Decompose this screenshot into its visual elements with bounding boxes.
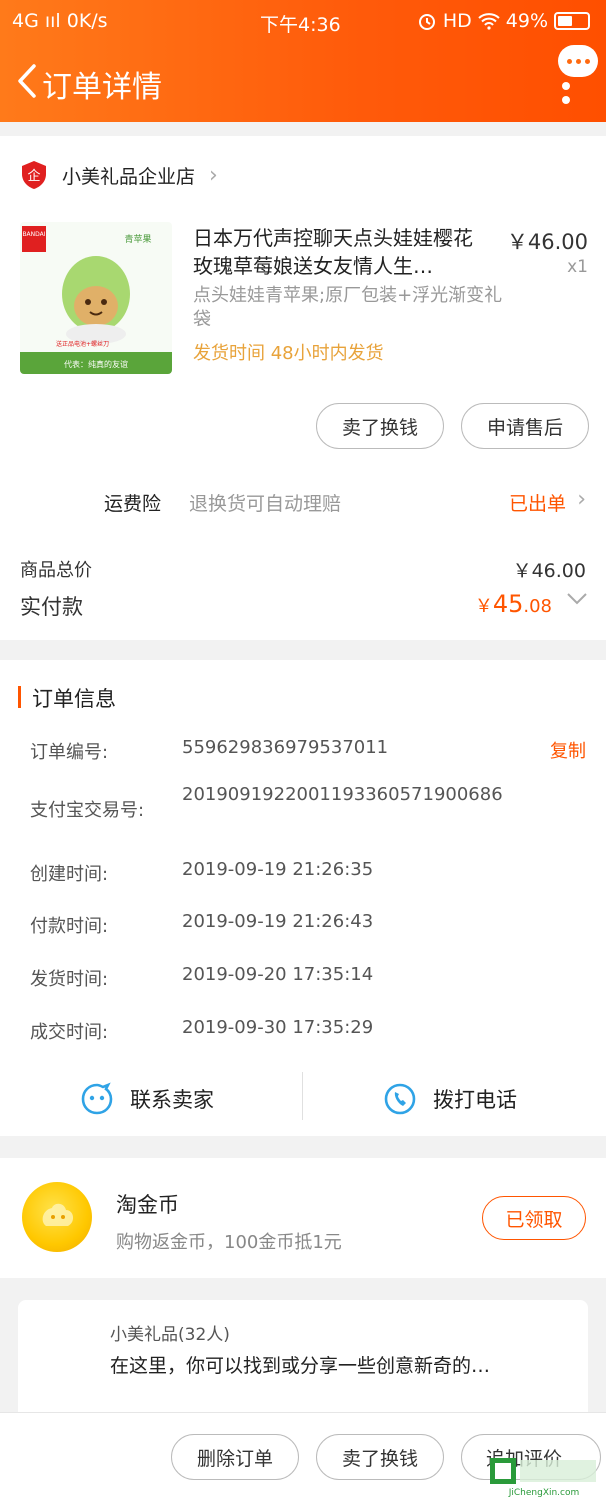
chevron-down-icon[interactable]: [566, 592, 588, 606]
order-number-label: 订单编号:: [30, 742, 109, 763]
taojinbi-title: 淘金币: [116, 1193, 179, 1217]
wifi-icon: [478, 13, 500, 30]
shipped-time-value: 2019-09-20 17:35:14: [182, 964, 374, 985]
image-label: 青苹果: [124, 233, 151, 245]
network-status: 4G ııl 0K/s: [12, 10, 108, 32]
sell-button[interactable]: 卖了换钱: [316, 403, 444, 449]
order-number-value: 559629836979537011: [182, 737, 389, 758]
image-note: 送正品电池+螺丝刀: [56, 340, 109, 348]
shipped-time-label: 发货时间:: [30, 969, 109, 990]
status-right: HD 49%: [417, 10, 590, 32]
group-desc: 在这里，你可以找到或分享一些创意新奇的…: [110, 1355, 491, 1377]
call-phone-button[interactable]: 拨打电话: [383, 1080, 517, 1118]
divider: [302, 1072, 303, 1120]
battery-percent: 49%: [505, 10, 548, 32]
product-price: ￥46.00: [506, 230, 588, 254]
watermark-text: JiChengXin.com: [508, 1488, 580, 1498]
ship-time: 发货时间 48小时内发货: [193, 343, 384, 364]
created-time-value: 2019-09-19 21:26:35: [182, 859, 374, 880]
more-dot-icon: [575, 58, 581, 64]
order-info-title: 订单信息: [32, 687, 116, 711]
clock: 下午4:36: [260, 14, 341, 36]
product-picture: BANDAI 青苹果 送正品电池+螺丝刀 代表：纯真的友谊: [20, 222, 172, 374]
call-phone-label: 拨打电话: [433, 1088, 517, 1112]
contact-seller-label: 联系卖家: [130, 1088, 214, 1112]
product-image[interactable]: BANDAI 青苹果 送正品电池+螺丝刀 代表：纯真的友谊: [20, 222, 172, 374]
paid-currency: ￥: [474, 596, 493, 617]
chat-face-icon: [81, 1082, 113, 1115]
shop-link[interactable]: 企 小美礼品企业店 ›: [20, 158, 218, 192]
shipping-insurance-desc: 退换货可自动理赔: [189, 493, 342, 515]
after-sale-button[interactable]: 申请售后: [461, 403, 589, 449]
taojinbi-desc: 购物返金币，100金币抵1元: [116, 1232, 342, 1253]
app-header: 4G ııl 0K/s 下午4:36 HD 49% 订单详情: [0, 0, 606, 122]
more-menu-button[interactable]: [558, 45, 598, 77]
watermark-logo: JiChengXin.com: [490, 1458, 596, 1498]
status-bar: 4G ııl 0K/s 下午4:36 HD 49%: [0, 0, 606, 40]
image-caption: 代表：纯真的友谊: [64, 359, 128, 369]
more-dot-icon: [562, 82, 570, 90]
alipay-trade-value: 2019091922001193360571900686: [182, 784, 503, 805]
contact-seller-button[interactable]: 联系卖家: [80, 1080, 214, 1118]
shop-badge-text: 企: [27, 168, 40, 184]
gold-coin-icon: [22, 1182, 92, 1252]
hd-indicator: HD: [442, 10, 472, 32]
enterprise-shop-icon: 企: [22, 161, 46, 189]
section-accent-bar: [18, 686, 21, 708]
created-time-label: 创建时间:: [30, 864, 109, 885]
total-price-value: ￥46.00: [512, 560, 586, 582]
shipping-insurance-label: 运费险: [104, 493, 162, 515]
battery-icon: [554, 12, 590, 30]
more-dot-icon: [562, 96, 570, 104]
shop-name: 小美礼品企业店: [62, 165, 196, 188]
completed-time-label: 成交时间:: [30, 1022, 109, 1043]
page-title: 订单详情: [42, 70, 162, 105]
product-title[interactable]: 日本万代声控聊天点头娃娃樱花玫瑰草莓娘送女友情人生…: [193, 224, 485, 280]
phone-icon: [384, 1083, 416, 1115]
more-dot-icon: [566, 58, 572, 64]
shipping-insurance-status[interactable]: 已出单: [509, 489, 566, 516]
back-arrow-icon[interactable]: [10, 62, 44, 100]
total-price-label: 商品总价: [20, 560, 92, 581]
paid-time-value: 2019-09-19 21:26:43: [182, 911, 374, 932]
group-name: 小美礼品(32人): [110, 1325, 230, 1345]
order-info-card: [0, 660, 606, 1136]
sell-button[interactable]: 卖了换钱: [316, 1434, 444, 1480]
paid-amount-label: 实付款: [20, 595, 83, 619]
claimed-button[interactable]: 已领取: [482, 1196, 586, 1240]
delete-order-button[interactable]: 删除订单: [171, 1434, 299, 1480]
alarm-icon: [418, 14, 435, 30]
copy-button[interactable]: 复制: [550, 737, 586, 763]
chevron-right-icon: ›: [577, 487, 586, 512]
alipay-trade-label: 支付宝交易号:: [30, 800, 145, 821]
paid-amount-value: ￥45.08: [475, 590, 552, 618]
paid-integer: 45: [492, 590, 524, 618]
product-quantity: x1: [567, 257, 588, 277]
paid-time-label: 付款时间:: [30, 916, 109, 937]
brand-logo-text: BANDAI: [22, 231, 45, 238]
paid-decimal: .08: [523, 596, 552, 617]
chevron-right-icon: ›: [209, 162, 218, 188]
more-dot-icon: [584, 58, 590, 64]
product-spec: 点头娃娃青苹果;原厂包装+浮光渐变礼袋: [193, 285, 503, 330]
completed-time-value: 2019-09-30 17:35:29: [182, 1017, 374, 1038]
